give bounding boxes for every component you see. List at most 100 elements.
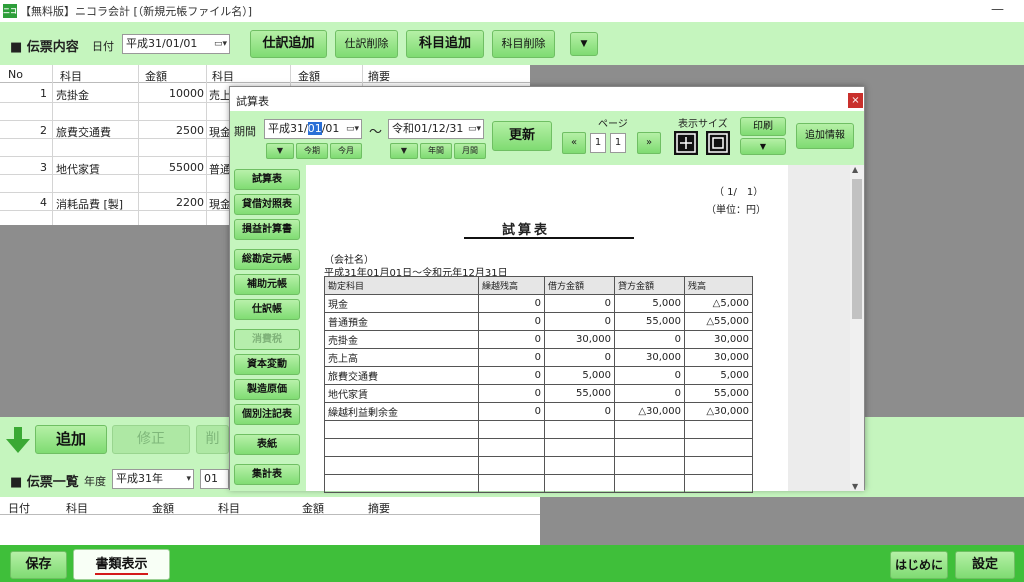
slip-list-title: ■ 伝票一覧 xyxy=(10,475,79,490)
dialog-title: 試算表 xyxy=(236,95,269,108)
menu-notes[interactable]: 個別注記表 xyxy=(234,404,300,425)
save-button[interactable]: 保存 xyxy=(10,551,67,579)
year-label: 年度 xyxy=(84,475,106,488)
slip-list-header: 日付 科目 金額 科目 金額 摘要 xyxy=(0,497,540,515)
close-button[interactable]: × xyxy=(848,93,863,108)
header-date: 日付 xyxy=(8,502,30,515)
header-amount-2: 金額 xyxy=(298,70,320,83)
table-row-empty xyxy=(324,456,753,475)
header-account-2: 科目 xyxy=(212,70,234,83)
title-bar: ニコ 【無料版】ニコラ会計 [（新規元帳ファイル名）] — xyxy=(0,0,1024,22)
scroll-up-icon[interactable]: ▲ xyxy=(852,165,858,174)
table-row: 旅費交通費 0 5,000 0 5,000 xyxy=(324,366,753,385)
more-menu-button[interactable]: ▼ xyxy=(570,32,598,56)
menu-consumption-tax[interactable]: 消費税 xyxy=(234,329,300,350)
period-to-picker[interactable]: 令和01/12/31 ▭▾ xyxy=(388,119,484,139)
table-row: 売上高 0 0 30,000 30,000 xyxy=(324,348,753,367)
from-down-button[interactable]: ▼ xyxy=(266,143,294,159)
print-options-button[interactable]: ▼ xyxy=(740,138,786,155)
menu-balance-sheet[interactable]: 貸借対照表 xyxy=(234,194,300,215)
settings-button[interactable]: 設定 xyxy=(955,551,1015,579)
slip-list-empty-area xyxy=(540,497,1024,545)
menu-equity-changes[interactable]: 資本変動 xyxy=(234,354,300,375)
heading-underline xyxy=(464,237,634,239)
header-account: 科目 xyxy=(66,502,88,515)
trial-balance-header: 勘定科目 繰越残高 借方金額 貸方金額 残高 xyxy=(324,276,753,295)
period-from-picker[interactable]: 平成31/01/01 ▭▾ xyxy=(264,119,362,139)
scroll-down-icon[interactable]: ▼ xyxy=(852,482,858,491)
header-amount: 金額 xyxy=(152,502,174,515)
delete-button[interactable]: 削 xyxy=(196,425,229,454)
calendar-dropdown-icon[interactable]: ▭▾ xyxy=(214,35,227,53)
chevron-down-icon: ▾ xyxy=(186,474,191,484)
page-label: ページ xyxy=(598,119,628,130)
header-amount-2: 金額 xyxy=(302,502,324,515)
year-select[interactable]: 平成31年 ▾ xyxy=(112,469,194,489)
monthly-button[interactable]: 月間 xyxy=(454,143,486,159)
delete-account-button[interactable]: 科目削除 xyxy=(492,30,555,58)
this-month-button[interactable]: 今月 xyxy=(330,143,362,159)
zoom-fit-width-icon[interactable] xyxy=(674,131,698,155)
menu-summary[interactable]: 集計表 xyxy=(234,464,300,485)
show-documents-button[interactable]: 書類表示 xyxy=(73,549,170,580)
page-total-field: 1 xyxy=(610,133,626,153)
dialog-toolbar: 期間 平成31/01/01 ▭▾ ▼ 今期 今月 ～ 令和01/12/31 ▭▾… xyxy=(230,111,864,165)
report-unit: （単位：円） xyxy=(706,205,766,216)
date-label: 日付 xyxy=(92,40,114,53)
table-row: 繰越利益剰余金 0 0 △30,000 △30,000 xyxy=(324,402,753,421)
slip-list-table: 日付 科目 金額 科目 金額 摘要 xyxy=(0,497,540,545)
date-value: 平成31/01/01 xyxy=(126,37,198,50)
menu-trial-balance[interactable]: 試算表 xyxy=(234,169,300,190)
intro-button[interactable]: はじめに xyxy=(890,551,948,579)
edit-button[interactable]: 修正 xyxy=(112,425,190,454)
report-heading: 試算表 xyxy=(502,223,551,238)
minimize-button[interactable]: — xyxy=(991,2,1004,17)
header-memo: 摘要 xyxy=(368,70,390,83)
arrow-down-icon xyxy=(6,427,30,453)
table-row: 売掛金 0 30,000 0 30,000 xyxy=(324,330,753,349)
display-size-label: 表示サイズ xyxy=(678,119,728,130)
slip-entry-title: ■ 伝票内容 xyxy=(10,40,79,55)
extra-info-button[interactable]: 追加情報 xyxy=(796,123,854,149)
month-select[interactable]: 01 xyxy=(200,469,229,489)
calendar-dropdown-icon[interactable]: ▭▾ xyxy=(468,120,481,138)
menu-sub-ledger[interactable]: 補助元帳 xyxy=(234,274,300,295)
yearly-button[interactable]: 年間 xyxy=(420,143,452,159)
page-prev-button[interactable]: « xyxy=(562,132,586,154)
update-button[interactable]: 更新 xyxy=(492,121,552,151)
report-page-indicator: （ 1/ 1） xyxy=(714,187,764,198)
header-memo: 摘要 xyxy=(368,502,390,515)
period-label: 期間 xyxy=(234,125,256,138)
page-current-field[interactable]: 1 xyxy=(590,133,606,153)
menu-cover[interactable]: 表紙 xyxy=(234,434,300,455)
calendar-dropdown-icon[interactable]: ▭▾ xyxy=(346,120,359,138)
table-row: 現金 0 0 5,000 △5,000 xyxy=(324,294,753,313)
to-down-button[interactable]: ▼ xyxy=(390,143,418,159)
print-button[interactable]: 印刷 xyxy=(740,117,786,136)
add-account-button[interactable]: 科目追加 xyxy=(406,30,484,58)
report-scrollbar[interactable]: ▲ ▼ xyxy=(850,165,864,491)
table-row-empty xyxy=(324,474,753,493)
page-next-button[interactable]: » xyxy=(637,132,661,154)
delete-entry-button[interactable]: 仕訳削除 xyxy=(335,30,398,58)
add-entry-button[interactable]: 仕訳追加 xyxy=(250,30,327,58)
menu-income-statement[interactable]: 損益計算書 xyxy=(234,219,300,240)
add-button[interactable]: 追加 xyxy=(35,425,107,454)
period-from-selected: 01 xyxy=(307,122,322,135)
date-picker[interactable]: 平成31/01/01 ▭▾ xyxy=(122,34,230,54)
this-term-button[interactable]: 今期 xyxy=(296,143,328,159)
window-title: 【無料版】ニコラ会計 [（新規元帳ファイル名）] xyxy=(20,5,253,18)
zoom-fit-page-icon[interactable] xyxy=(706,131,730,155)
scrollbar-thumb[interactable] xyxy=(852,179,862,319)
slip-table-header: No 科目 金額 科目 金額 摘要 xyxy=(0,65,530,83)
menu-journal[interactable]: 仕訳帳 xyxy=(234,299,300,320)
menu-manufacturing-cost[interactable]: 製造原価 xyxy=(234,379,300,400)
table-row-empty xyxy=(324,420,753,439)
table-row: 地代家賃 0 55,000 0 55,000 xyxy=(324,384,753,403)
month-value: 01 xyxy=(204,472,218,485)
app-logo-icon: ニコ xyxy=(3,4,17,18)
menu-general-ledger[interactable]: 総勘定元帳 xyxy=(234,249,300,270)
year-value: 平成31年 xyxy=(116,472,163,485)
period-to-value: 令和01/12/31 xyxy=(392,122,464,135)
header-account: 科目 xyxy=(60,70,82,83)
